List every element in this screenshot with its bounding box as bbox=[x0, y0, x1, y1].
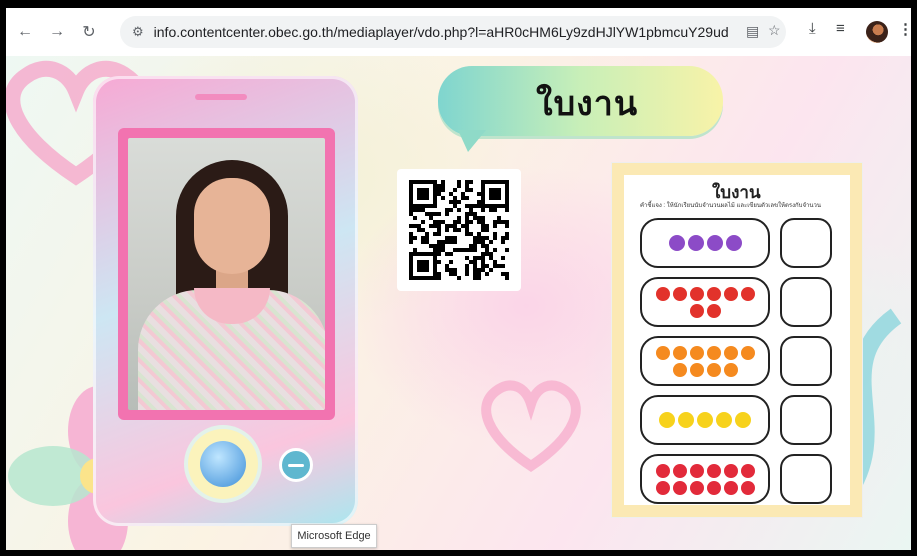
grape-icon bbox=[706, 235, 723, 251]
answer-box bbox=[780, 336, 832, 386]
orange-icon bbox=[706, 345, 721, 360]
worksheet-row-apple bbox=[640, 277, 770, 327]
qr-code-icon bbox=[409, 180, 509, 280]
pineapple-icon bbox=[678, 412, 694, 428]
strawberry-icon bbox=[672, 480, 687, 495]
qr-code bbox=[397, 169, 521, 291]
heart-decoration-icon bbox=[481, 380, 581, 473]
strawberry-icon bbox=[740, 480, 755, 495]
grape-icon bbox=[725, 235, 742, 251]
pineapple-icon bbox=[659, 412, 675, 428]
pineapple-icon bbox=[697, 412, 713, 428]
arrow-left-icon: ← bbox=[17, 23, 33, 40]
phone-frame bbox=[93, 76, 358, 526]
browser-toolbar: ← → ↻ ⚙ info.contentcenter.obec.go.th/me… bbox=[6, 8, 913, 56]
answer-box bbox=[780, 395, 832, 445]
back-button[interactable]: ← bbox=[12, 19, 38, 45]
apple-icon bbox=[706, 303, 721, 318]
worksheet-row-grape bbox=[640, 218, 770, 268]
presenter-screen bbox=[118, 128, 335, 420]
pineapple-icon bbox=[716, 412, 732, 428]
answer-box bbox=[780, 277, 832, 327]
pineapple-icon bbox=[735, 412, 751, 428]
apple-icon bbox=[689, 303, 704, 318]
worksheet-row-orange bbox=[640, 336, 770, 386]
apple-icon bbox=[689, 286, 704, 301]
grape-icon bbox=[668, 235, 685, 251]
answer-box bbox=[780, 454, 832, 504]
reading-list-icon[interactable]: ≡ bbox=[836, 20, 845, 37]
strawberry-icon bbox=[689, 463, 704, 478]
strawberry-icon bbox=[723, 463, 738, 478]
orange-icon bbox=[689, 345, 704, 360]
address-bar[interactable]: ⚙ info.contentcenter.obec.go.th/mediapla… bbox=[120, 16, 786, 48]
minus-icon bbox=[279, 448, 313, 482]
orange-icon bbox=[689, 362, 704, 377]
more-vert-icon[interactable]: ⋮ bbox=[898, 20, 913, 38]
reload-button[interactable]: ↻ bbox=[76, 19, 102, 45]
orange-icon bbox=[655, 345, 670, 360]
apple-icon bbox=[655, 286, 670, 301]
video-frame[interactable]: ใบงาน ใบงาน คำชี้แจง : ให้นักเรียนนับจำน… bbox=[6, 56, 911, 550]
star-icon[interactable]: ☆ bbox=[768, 22, 781, 39]
orange-icon bbox=[740, 345, 755, 360]
reload-icon: ↻ bbox=[82, 24, 96, 41]
orange-icon bbox=[723, 362, 738, 377]
strawberry-icon bbox=[706, 463, 721, 478]
forward-button[interactable]: → bbox=[44, 19, 70, 45]
orange-icon bbox=[672, 345, 687, 360]
download-icon[interactable]: ⤓ bbox=[809, 20, 816, 37]
worksheet: ใบงาน คำชี้แจง : ให้นักเรียนนับจำนวนผลไม… bbox=[612, 163, 862, 517]
presenter-video bbox=[128, 138, 325, 410]
video-heading: ใบงาน bbox=[536, 85, 639, 123]
strawberry-icon bbox=[689, 480, 704, 495]
orange-icon bbox=[672, 362, 687, 377]
phone-speaker bbox=[195, 94, 247, 100]
worksheet-row-pineapple bbox=[640, 395, 770, 445]
orange-icon bbox=[706, 362, 721, 377]
arrow-right-icon: → bbox=[49, 23, 65, 40]
translate-icon[interactable]: ▤ bbox=[746, 23, 759, 40]
strawberry-icon bbox=[672, 463, 687, 478]
answer-box bbox=[780, 218, 832, 268]
apple-icon bbox=[740, 286, 755, 301]
strawberry-icon bbox=[706, 480, 721, 495]
orange-icon bbox=[723, 345, 738, 360]
apple-icon bbox=[672, 286, 687, 301]
tune-icon[interactable]: ⚙ bbox=[132, 24, 144, 40]
strawberry-icon bbox=[740, 463, 755, 478]
apple-icon bbox=[723, 286, 738, 301]
presenter-face bbox=[194, 178, 270, 274]
strawberry-icon bbox=[655, 463, 670, 478]
url-text[interactable]: info.contentcenter.obec.go.th/mediaplaye… bbox=[154, 24, 729, 40]
apple-icon bbox=[706, 286, 721, 301]
strawberry-icon bbox=[723, 480, 738, 495]
tooltip: Microsoft Edge bbox=[291, 524, 377, 548]
avatar[interactable] bbox=[866, 21, 888, 43]
home-button-graphic bbox=[188, 429, 258, 499]
worksheet-row-strawberry bbox=[640, 454, 770, 504]
worksheet-instruction: คำชี้แจง : ให้นักเรียนนับจำนวนผลไม้ และเ… bbox=[640, 203, 821, 209]
strawberry-icon bbox=[655, 480, 670, 495]
grape-icon bbox=[687, 235, 704, 251]
